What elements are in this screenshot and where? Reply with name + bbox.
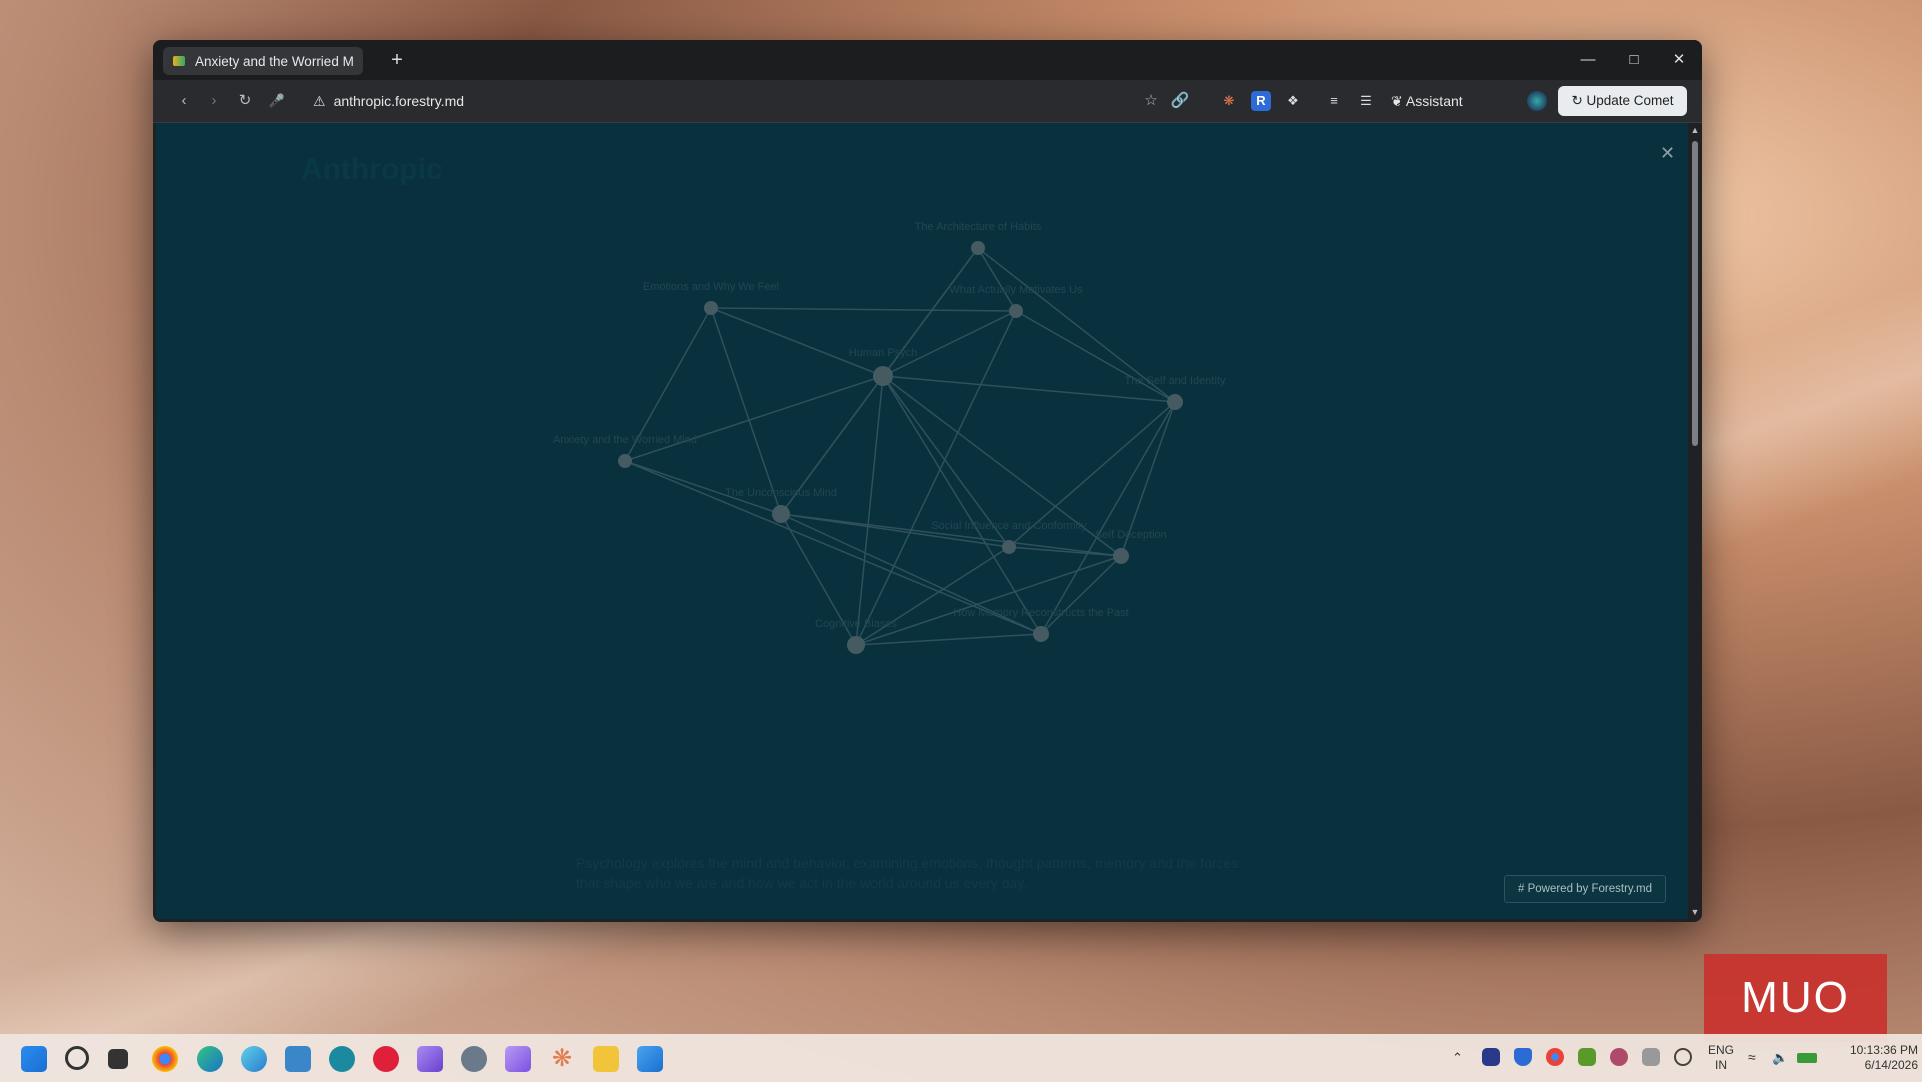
back-button[interactable]: ‹: [173, 90, 195, 112]
maximize-button[interactable]: □: [1611, 40, 1657, 80]
scroll-up-arrow[interactable]: ▲: [1690, 125, 1700, 135]
page-content: Anthropic The Architecture of Habits Emot…: [156, 123, 1688, 919]
assistant-button[interactable]: ❦ Assistant: [1391, 89, 1463, 113]
tab-favicon-icon: [173, 56, 185, 66]
tab-active[interactable]: Anxiety and the Worried M: [163, 47, 363, 75]
taskbar: ❋ ⌃ ENG IN ≈ 🔈 10:13:36 PM 6/14/2026: [0, 1034, 1922, 1082]
extension-claude-icon[interactable]: ❋: [1219, 91, 1239, 111]
hash-icon: #: [1517, 883, 1528, 895]
microphone-icon[interactable]: 🎤: [266, 90, 288, 112]
claude-icon[interactable]: ❋: [549, 1046, 575, 1072]
assistant-icon: ❦: [1391, 93, 1406, 109]
close-graph-button[interactable]: ✕: [1660, 143, 1675, 164]
address-text: anthropic.forestry.md: [333, 93, 465, 109]
scrollbar[interactable]: ▲ ▼: [1688, 123, 1702, 919]
volume-icon[interactable]: 🔈: [1772, 1050, 1788, 1065]
tray-chrome-icon[interactable]: [1546, 1048, 1564, 1066]
extensions-puzzle-icon[interactable]: ❖: [1283, 91, 1303, 111]
update-comet-button[interactable]: ↻ Update Comet: [1558, 86, 1687, 116]
tray-overflow-icon[interactable]: ⌃: [1452, 1050, 1463, 1065]
address-bar[interactable]: ⚠ anthropic.forestry.md: [313, 89, 464, 113]
minimize-button[interactable]: —: [1565, 40, 1611, 80]
search-icon[interactable]: [65, 1046, 89, 1070]
language-top: ENG: [1707, 1043, 1734, 1057]
browser-window: Anxiety and the Worried M + — □ ✕ ‹ › ↻ …: [153, 40, 1702, 922]
scroll-thumb[interactable]: [1692, 141, 1698, 446]
app-window-icon[interactable]: [285, 1046, 311, 1072]
settings-gear-icon[interactable]: [461, 1046, 487, 1072]
profile-avatar[interactable]: [1527, 91, 1547, 111]
clock[interactable]: 10:13:36 PM 6/14/2026: [1828, 1043, 1918, 1073]
refresh-icon: ↻: [1571, 93, 1587, 108]
language-bottom: IN: [1715, 1058, 1727, 1072]
copy-link-icon[interactable]: 🔗: [1169, 90, 1191, 112]
tab-title: Anxiety and the Worried M: [195, 53, 353, 69]
clock-date: 6/14/2026: [1864, 1058, 1918, 1072]
obsidian-icon[interactable]: [417, 1046, 443, 1072]
wifi-icon[interactable]: ≈: [1748, 1050, 1756, 1065]
clock-time: 10:13:36 PM: [1849, 1043, 1918, 1057]
new-tab-button[interactable]: +: [385, 48, 409, 72]
language-indicator[interactable]: ENG IN: [1706, 1043, 1736, 1073]
powered-label: Powered by Forestry.md: [1527, 883, 1652, 895]
tray-nvidia-icon[interactable]: [1578, 1048, 1596, 1066]
windows-start-icon[interactable]: [21, 1046, 47, 1072]
modal-overlay: [156, 123, 1688, 919]
photos-icon[interactable]: [637, 1046, 663, 1072]
youtube-music-icon[interactable]: [373, 1046, 399, 1072]
tray-shield-icon[interactable]: [1514, 1048, 1532, 1066]
reading-list-icon[interactable]: ≡: [1324, 91, 1344, 111]
muo-watermark-logo: MUO: [1704, 954, 1887, 1042]
battery-icon[interactable]: [1797, 1053, 1817, 1063]
tray-app-icon-1[interactable]: [1482, 1048, 1500, 1066]
chrome-icon[interactable]: [152, 1046, 178, 1072]
title-bar: Anxiety and the Worried M + — □ ✕: [153, 40, 1702, 80]
reload-button[interactable]: ↻: [234, 90, 256, 112]
extension-r-icon[interactable]: R: [1251, 91, 1271, 111]
assistant-label: Assistant: [1405, 93, 1463, 109]
powered-by-badge[interactable]: # Powered by Forestry.md: [1504, 875, 1666, 903]
forward-button[interactable]: ›: [203, 90, 225, 112]
obsidian-alt-icon[interactable]: [505, 1046, 531, 1072]
warning-icon: ⚠: [313, 93, 326, 109]
file-explorer-icon[interactable]: [593, 1046, 619, 1072]
browser-toolbar: ‹ › ↻ 🎤 ⚠ anthropic.forestry.md ☆ 🔗 ❋ R …: [153, 80, 1702, 123]
tray-app-icon-2[interactable]: [1610, 1048, 1628, 1066]
tray-sync-icon[interactable]: [1674, 1048, 1692, 1066]
audio-wave-icon[interactable]: ☰: [1356, 91, 1376, 111]
tray-app-icon-3[interactable]: [1642, 1048, 1660, 1066]
edge-beta-icon[interactable]: [241, 1046, 267, 1072]
update-label: Update Comet: [1586, 93, 1674, 108]
edge-icon[interactable]: [197, 1046, 223, 1072]
comet-browser-icon[interactable]: [329, 1046, 355, 1072]
scroll-down-arrow[interactable]: ▼: [1690, 907, 1700, 917]
bookmark-star-icon[interactable]: ☆: [1140, 90, 1162, 112]
close-window-button[interactable]: ✕: [1656, 40, 1702, 80]
task-view-icon[interactable]: [108, 1049, 128, 1069]
